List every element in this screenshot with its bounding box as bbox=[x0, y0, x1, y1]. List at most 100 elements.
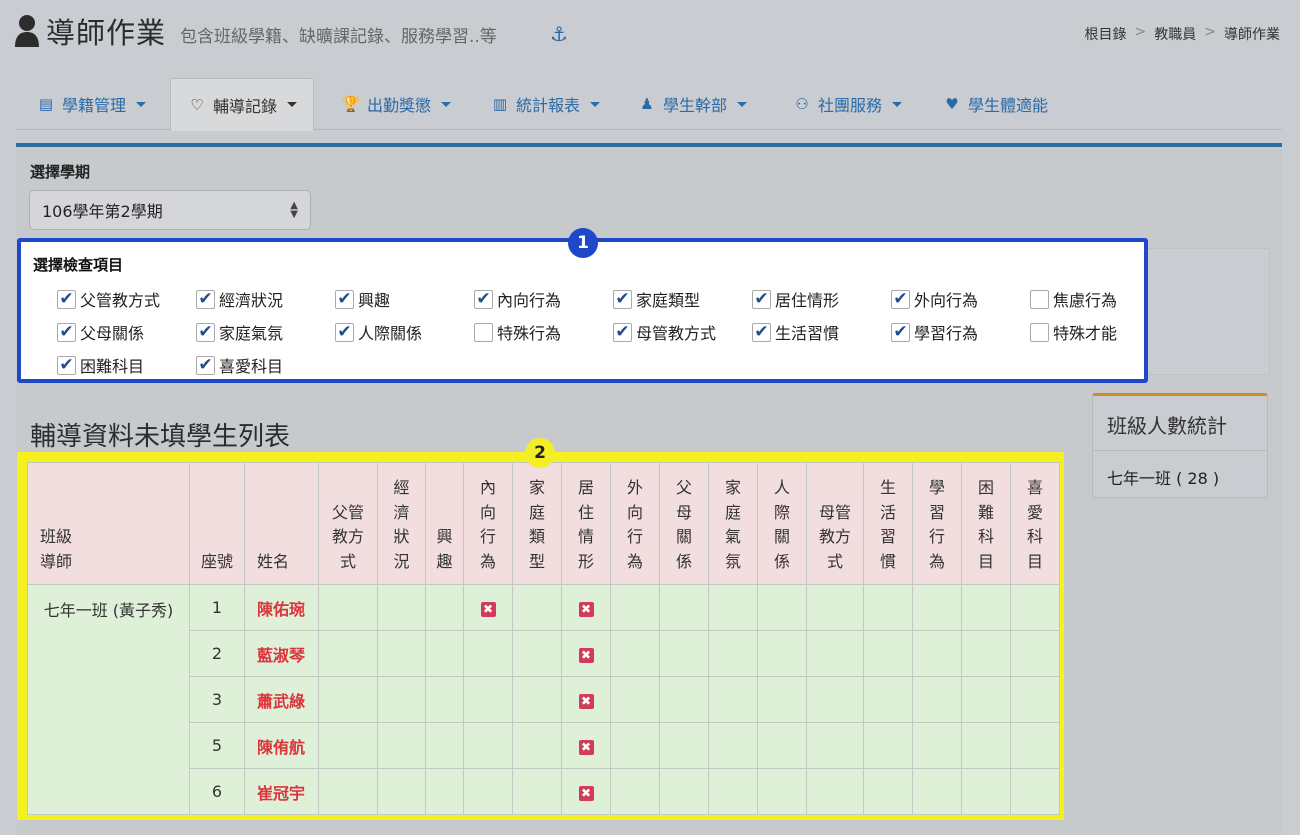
check-item-label: 家庭氣氛 bbox=[219, 324, 284, 343]
status-cell bbox=[610, 768, 660, 815]
student-name-link[interactable]: 蕭武綠 bbox=[244, 676, 319, 723]
checkbox-checked[interactable]: ✔ bbox=[57, 289, 76, 309]
caret-down-icon bbox=[590, 101, 601, 107]
checkbox-checked[interactable]: ✔ bbox=[474, 289, 493, 309]
checkbox-checked[interactable]: ✔ bbox=[613, 289, 632, 309]
status-cell bbox=[463, 768, 513, 815]
trophy-icon: 🏆 bbox=[341, 95, 361, 113]
checkbox-checked[interactable]: ✔ bbox=[752, 322, 771, 342]
tab-fitness[interactable]: ♥ 學生體適能 bbox=[926, 78, 1064, 130]
check-item[interactable]: 焦慮行為 bbox=[1030, 287, 1117, 311]
checkbox-checked[interactable]: ✔ bbox=[57, 322, 76, 342]
check-item-label: 焦慮行為 bbox=[1053, 291, 1118, 310]
class-stats-card: 班級人數統計 七年一班 ( 28 ) bbox=[1092, 393, 1268, 498]
check-item[interactable]: ✔ 困難科目 bbox=[57, 353, 144, 377]
check-item-label: 家庭類型 bbox=[636, 291, 701, 310]
check-item[interactable]: ✔ 家庭類型 bbox=[613, 287, 700, 311]
class-teacher-cell: 七年一班 (黃子秀) bbox=[27, 584, 190, 815]
breadcrumb-separator: > bbox=[1204, 24, 1216, 40]
check-item[interactable]: 特殊行為 bbox=[474, 320, 561, 344]
check-item[interactable]: ✔ 父母關係 bbox=[57, 320, 144, 344]
table-header-row: 班級 導師 座號 姓名 父管 教方式經濟狀況興趣內向行為家庭類型居住情形外向行為父母關係家… bbox=[27, 462, 1060, 585]
status-cell bbox=[863, 722, 913, 769]
check-item[interactable]: ✔ 家庭氣氛 bbox=[196, 320, 283, 344]
check-item[interactable]: ✔ 內向行為 bbox=[474, 287, 561, 311]
status-cell bbox=[512, 768, 562, 815]
checkbox-checked[interactable]: ✔ bbox=[613, 322, 632, 342]
check-item[interactable]: ✔ 學習行為 bbox=[891, 320, 978, 344]
check-item-label: 特殊才能 bbox=[1053, 324, 1118, 343]
check-item[interactable]: ✔ 父管教方式 bbox=[57, 287, 160, 311]
missing-x-icon: ✖ bbox=[578, 602, 594, 617]
check-item-label: 外向行為 bbox=[914, 291, 979, 310]
tab-label: 輔導記錄 bbox=[213, 96, 278, 116]
checkbox-checked[interactable]: ✔ bbox=[752, 289, 771, 309]
status-cell: ✖ bbox=[561, 630, 611, 677]
student-name-link[interactable]: 藍淑琴 bbox=[244, 630, 319, 677]
caret-down-icon bbox=[287, 102, 298, 107]
status-cell bbox=[1010, 584, 1060, 631]
checkbox-checked[interactable]: ✔ bbox=[57, 355, 76, 375]
status-cell bbox=[610, 722, 660, 769]
checkbox-unchecked[interactable] bbox=[1030, 289, 1049, 309]
column-header: 居住情形 bbox=[561, 462, 611, 585]
checkbox-checked[interactable]: ✔ bbox=[196, 322, 215, 342]
student-name-link[interactable]: 陳侑航 bbox=[244, 722, 319, 769]
check-item[interactable]: ✔ 母管教方式 bbox=[613, 320, 716, 344]
tab-reports[interactable]: ▥ 統計報表 bbox=[474, 78, 616, 130]
status-cell bbox=[757, 630, 807, 677]
check-item-label: 人際關係 bbox=[358, 324, 423, 343]
breadcrumb-root[interactable]: 根目錄 bbox=[1085, 24, 1127, 44]
check-item[interactable]: 特殊才能 bbox=[1030, 320, 1117, 344]
status-cell bbox=[912, 630, 962, 677]
user-icon bbox=[15, 15, 39, 47]
checkbox-checked[interactable]: ✔ bbox=[196, 355, 215, 375]
nav-tabs: ▤ 學籍管理 ♡ 輔導記錄 🏆 出勤獎懲 ▥ 統計報表 ♟ 學生幹部 ⚇ 社團服… bbox=[16, 78, 1282, 131]
tab-counseling[interactable]: ♡ 輔導記錄 bbox=[170, 78, 315, 131]
status-cell bbox=[659, 722, 709, 769]
id-card-icon: ▤ bbox=[38, 95, 54, 113]
check-item[interactable]: ✔ 人際關係 bbox=[335, 320, 422, 344]
tab-clubs[interactable]: ⚇ 社團服務 bbox=[776, 78, 918, 130]
tab-label: 學籍管理 bbox=[62, 96, 127, 115]
breadcrumb-staff[interactable]: 教職員 bbox=[1154, 24, 1196, 44]
checkbox-checked[interactable]: ✔ bbox=[196, 289, 215, 309]
check-item[interactable]: ✔ 生活習慣 bbox=[752, 320, 839, 344]
check-item[interactable]: ✔ 興趣 bbox=[335, 287, 390, 311]
status-cell bbox=[659, 676, 709, 723]
tab-enrollment[interactable]: ▤ 學籍管理 bbox=[20, 78, 162, 130]
status-cell bbox=[377, 676, 426, 723]
status-cell bbox=[912, 768, 962, 815]
stats-value[interactable]: 七年一班 ( 28 ) bbox=[1093, 451, 1267, 489]
semester-select[interactable]: 106學年第2學期 ▲ ▼ bbox=[29, 190, 311, 230]
student-name-link[interactable]: 陳佑琬 bbox=[244, 584, 319, 631]
check-item[interactable]: ✔ 居住情形 bbox=[752, 287, 839, 311]
check-item[interactable]: ✔ 喜愛科目 bbox=[196, 353, 283, 377]
checkbox-unchecked[interactable] bbox=[1030, 322, 1049, 342]
status-cell bbox=[757, 768, 807, 815]
column-header: 姓名 bbox=[244, 462, 319, 585]
check-item[interactable]: ✔ 外向行為 bbox=[891, 287, 978, 311]
tab-attendance[interactable]: 🏆 出勤獎懲 bbox=[325, 78, 467, 130]
status-cell bbox=[512, 584, 562, 631]
tab-student-cadres[interactable]: ♟ 學生幹部 bbox=[621, 78, 763, 130]
checkbox-checked[interactable]: ✔ bbox=[891, 289, 910, 309]
checkbox-unchecked[interactable] bbox=[474, 322, 493, 342]
check-item-label: 學習行為 bbox=[914, 324, 979, 343]
column-header: 生活習慣 bbox=[863, 462, 913, 585]
student-name-link[interactable]: 崔冠宇 bbox=[244, 768, 319, 815]
breadcrumb-separator: > bbox=[1134, 24, 1147, 40]
semester-label: 選擇學期 bbox=[30, 163, 91, 181]
anchor-icon[interactable]: ⚓ bbox=[550, 24, 568, 44]
heart-icon: ♡ bbox=[190, 95, 204, 114]
checkbox-checked[interactable]: ✔ bbox=[891, 322, 910, 342]
breadcrumb: 根目錄 > 教職員 > 導師作業 bbox=[1085, 24, 1280, 44]
status-cell bbox=[318, 630, 378, 677]
checkbox-checked[interactable]: ✔ bbox=[335, 289, 354, 309]
status-cell: ✖ bbox=[561, 676, 611, 723]
status-cell bbox=[512, 722, 562, 769]
checkbox-checked[interactable]: ✔ bbox=[335, 322, 354, 342]
check-item[interactable]: ✔ 經濟狀況 bbox=[196, 287, 283, 311]
status-cell bbox=[912, 676, 962, 723]
column-header: 家庭氣氛 bbox=[708, 462, 758, 585]
